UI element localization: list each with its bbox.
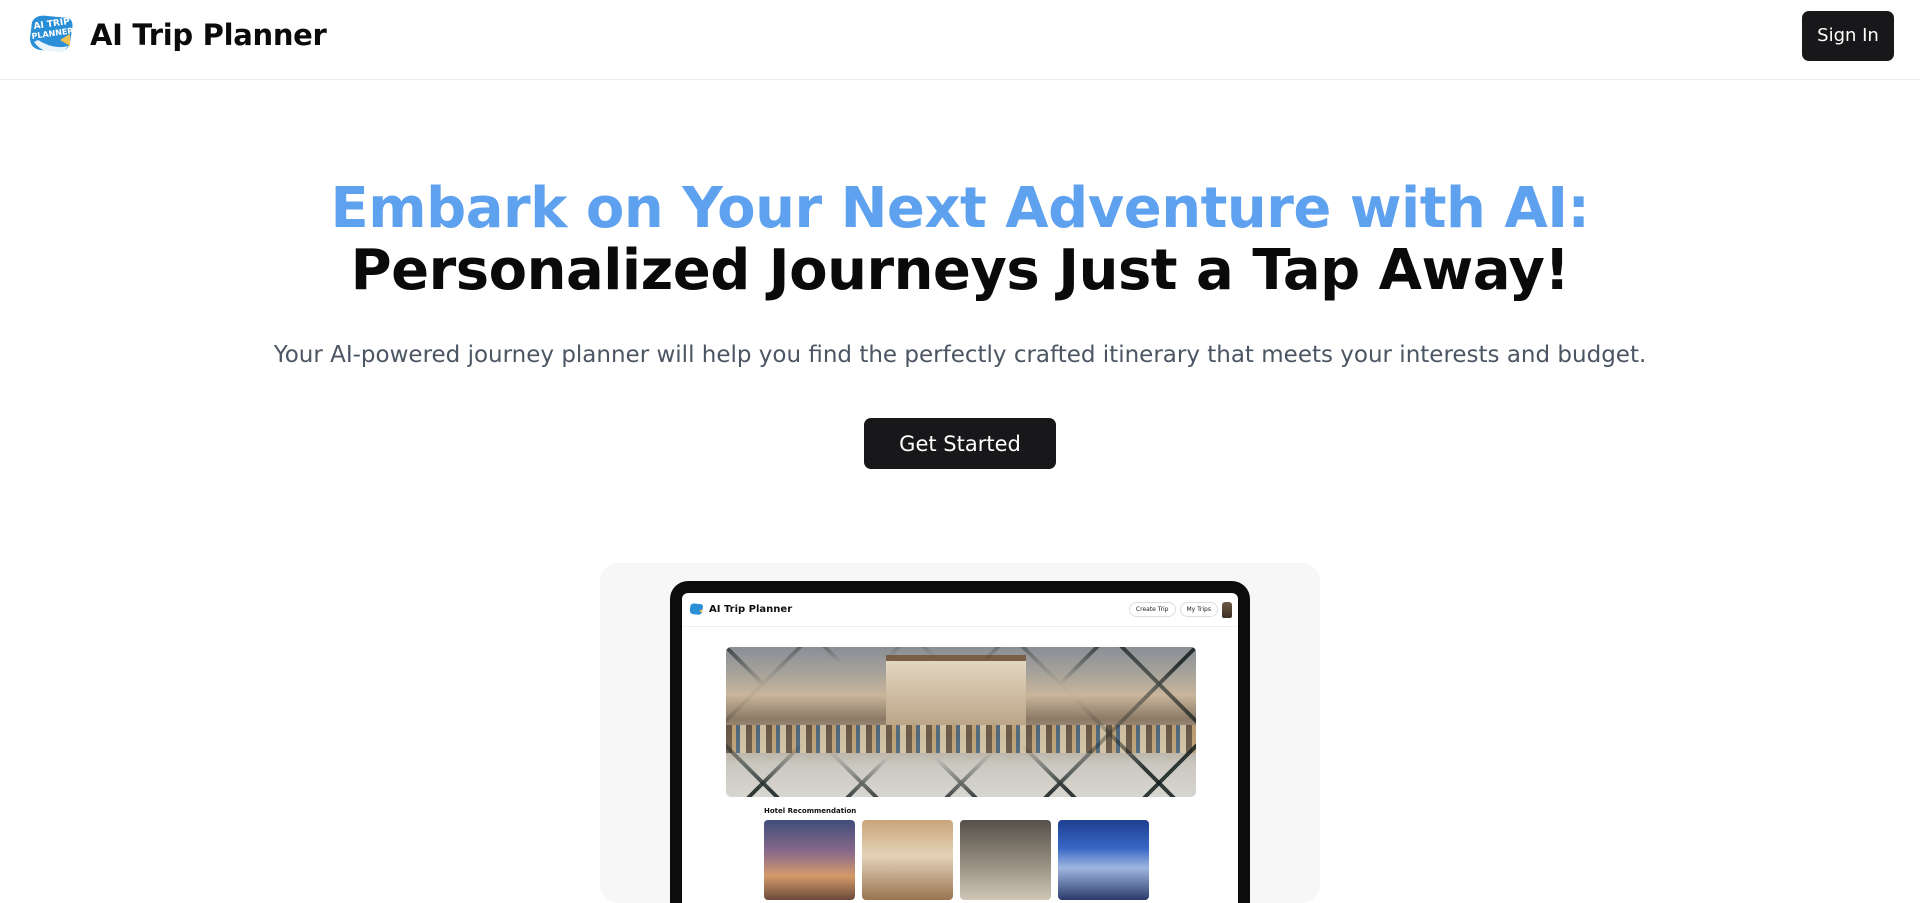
brand-name: AI Trip Planner — [90, 17, 327, 52]
preview-hotel-image — [862, 820, 953, 900]
ai-trip-planner-logo: AI TRIP PLANNER — [24, 12, 76, 58]
hero-section: Embark on Your Next Adventure with AI: P… — [0, 178, 1920, 469]
preview-create-trip-button: Create Trip — [1128, 602, 1176, 617]
preview-brand-name: AI Trip Planner — [709, 604, 793, 615]
preview-hotel-image — [1058, 820, 1149, 900]
preview-hotel-section-title: Hotel Recommendation — [764, 807, 857, 815]
site-header: AI TRIP PLANNER AI Trip Planner Sign In — [0, 0, 1920, 80]
preview-hotel-image — [960, 820, 1051, 900]
hero-title-main: Personalized Journeys Just a Tap Away! — [350, 238, 1570, 303]
preview-destination-image — [726, 647, 1196, 797]
preview-nav: Create Trip My Trips — [1128, 601, 1232, 618]
sign-in-button[interactable]: Sign In — [1802, 10, 1894, 61]
preview-brand: AI Trip Planner — [688, 602, 792, 617]
preview-hotel-list — [764, 820, 1149, 900]
brand[interactable]: AI TRIP PLANNER AI Trip Planner — [24, 12, 327, 58]
preview-avatar — [1222, 601, 1232, 618]
hero-subtitle: Your AI-powered journey planner will hel… — [273, 342, 1647, 368]
get-started-button[interactable]: Get Started — [864, 418, 1056, 469]
preview-hotel-image — [764, 820, 855, 900]
tablet-screen: AI Trip Planner Create Trip My Trips Hot… — [682, 593, 1238, 903]
preview-logo-icon — [688, 602, 704, 617]
preview-header: AI Trip Planner Create Trip My Trips — [682, 593, 1238, 627]
preview-my-trips-button: My Trips — [1179, 602, 1218, 617]
hero-title-accent: Embark on Your Next Adventure with AI: — [330, 176, 1590, 241]
app-preview-card: AI Trip Planner Create Trip My Trips Hot… — [600, 563, 1320, 903]
tablet-mockup: AI Trip Planner Create Trip My Trips Hot… — [670, 581, 1250, 903]
hero-title: Embark on Your Next Adventure with AI: P… — [0, 178, 1920, 302]
